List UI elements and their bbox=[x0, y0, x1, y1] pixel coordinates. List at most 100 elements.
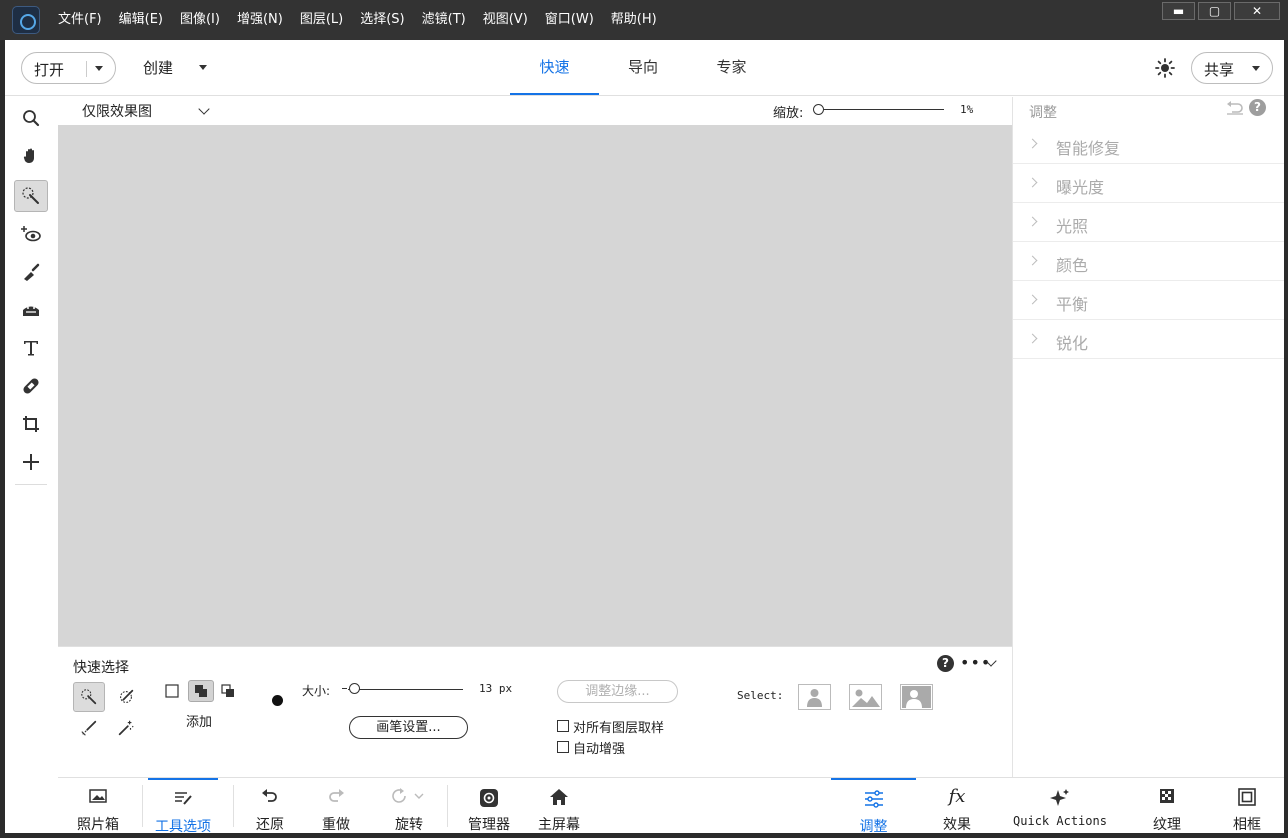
text-tool[interactable] bbox=[14, 332, 48, 364]
new-selection-mode[interactable] bbox=[159, 680, 185, 702]
adjust-item-label: 光照 bbox=[1056, 217, 1089, 236]
add-selection-mode[interactable] bbox=[188, 680, 214, 702]
image-canvas[interactable] bbox=[58, 125, 1012, 646]
photo-bin-button[interactable]: 照片箱 bbox=[58, 778, 138, 834]
tool-options-button[interactable]: 工具选项 bbox=[148, 778, 218, 835]
refine-selection-brush-option[interactable] bbox=[73, 713, 105, 743]
tab-expert[interactable]: 专家 bbox=[687, 40, 776, 95]
zoom-tool[interactable] bbox=[14, 102, 48, 134]
red-eye-tool[interactable] bbox=[14, 218, 48, 250]
frames-label: 相框 bbox=[1233, 817, 1261, 833]
reset-icon[interactable] bbox=[1226, 100, 1244, 116]
zoom-slider-track[interactable] bbox=[821, 109, 944, 110]
brush-settings-button[interactable]: 画笔设置... bbox=[349, 716, 468, 739]
refine-edge-button[interactable]: 调整边缘... bbox=[557, 680, 678, 703]
menu-enhance[interactable]: 增强(N) bbox=[237, 0, 283, 40]
whiten-teeth-icon bbox=[24, 263, 40, 281]
zoom-icon bbox=[23, 110, 40, 127]
rotate-button[interactable]: 旋转 bbox=[376, 778, 442, 834]
menu-edit[interactable]: 编辑(E) bbox=[119, 0, 163, 40]
hand-icon bbox=[23, 148, 34, 163]
size-slider-minus bbox=[342, 688, 347, 689]
straighten-tool[interactable] bbox=[14, 294, 48, 326]
menu-bar: 文件(F) 编辑(E) 图像(I) 增强(N) 图层(L) 选择(S) 滤镜(T… bbox=[58, 0, 674, 40]
adjust-lighting[interactable]: 光照 bbox=[1013, 203, 1284, 242]
spot-healing-tool[interactable] bbox=[14, 370, 48, 402]
brightness-sun-icon[interactable] bbox=[1155, 58, 1175, 78]
close-button[interactable]: ✕ bbox=[1234, 2, 1280, 20]
sample-all-layers-checkbox[interactable] bbox=[557, 720, 569, 732]
menu-view[interactable]: 视图(V) bbox=[483, 0, 528, 40]
quick-actions-button[interactable]: Quick Actions bbox=[1006, 778, 1114, 834]
selection-brush-option[interactable] bbox=[110, 682, 142, 712]
share-button[interactable]: 共享 bbox=[1191, 52, 1273, 84]
textures-button[interactable]: 纹理 bbox=[1132, 778, 1202, 834]
quick-selection-icon bbox=[81, 689, 97, 705]
create-dropdown-icon[interactable] bbox=[199, 65, 207, 70]
menu-image[interactable]: 图像(I) bbox=[180, 0, 220, 40]
menu-window[interactable]: 窗口(W) bbox=[545, 0, 594, 40]
create-button[interactable]: 创建 bbox=[143, 57, 173, 78]
crop-tool[interactable] bbox=[14, 408, 48, 440]
undo-button[interactable]: 还原 bbox=[240, 778, 300, 834]
tool-options-icon bbox=[175, 792, 192, 805]
select-subject-button[interactable] bbox=[798, 684, 831, 710]
select-sky-button[interactable] bbox=[849, 684, 882, 710]
quick-selection-option[interactable] bbox=[73, 682, 105, 712]
tab-guided[interactable]: 导向 bbox=[599, 40, 687, 95]
menu-help[interactable]: 帮助(H) bbox=[611, 0, 657, 40]
move-tool[interactable] bbox=[14, 446, 48, 478]
view-mode-select[interactable]: 仅限效果图 bbox=[82, 101, 152, 121]
photo-bin-label: 照片箱 bbox=[77, 817, 119, 833]
chevron-right-icon bbox=[1027, 216, 1038, 227]
sparkle-icon bbox=[1050, 789, 1069, 806]
adjust-smart-fix[interactable]: 智能修复 bbox=[1013, 125, 1284, 164]
redo-button[interactable]: 重做 bbox=[306, 778, 366, 834]
straighten-icon bbox=[23, 306, 39, 316]
auto-enhance-checkbox[interactable] bbox=[557, 741, 569, 753]
menu-select[interactable]: 选择(S) bbox=[360, 0, 404, 40]
size-slider-thumb[interactable] bbox=[349, 683, 360, 694]
sample-all-layers-label: 对所有图层取样 bbox=[573, 720, 665, 736]
quick-selection-tool[interactable] bbox=[14, 180, 48, 212]
help-icon[interactable]: ? bbox=[937, 655, 954, 672]
adjustments-sliders-icon bbox=[864, 790, 883, 808]
magic-wand-option[interactable] bbox=[110, 713, 142, 743]
left-toolbar bbox=[5, 97, 57, 777]
effects-button[interactable]: fx 效果 bbox=[922, 778, 992, 834]
menu-layer[interactable]: 图层(L) bbox=[300, 0, 343, 40]
home-screen-button[interactable]: 主屏幕 bbox=[524, 778, 594, 834]
adjust-sharpen[interactable]: 锐化 bbox=[1013, 320, 1284, 359]
hand-tool[interactable] bbox=[14, 140, 48, 172]
select-background-button[interactable] bbox=[900, 684, 933, 710]
window-controls: ▬ ▢ ✕ bbox=[1159, 2, 1280, 20]
adjustments-button[interactable]: 调整 bbox=[831, 778, 916, 835]
chevron-down-icon[interactable] bbox=[198, 103, 210, 115]
minimize-button[interactable]: ▬ bbox=[1162, 2, 1195, 20]
help-icon[interactable]: ? bbox=[1249, 99, 1266, 116]
zoom-slider-thumb[interactable] bbox=[813, 104, 824, 115]
app-logo-icon bbox=[12, 6, 40, 34]
open-dropdown-icon[interactable] bbox=[95, 66, 103, 71]
menu-file[interactable]: 文件(F) bbox=[58, 0, 102, 40]
menu-filter[interactable]: 滤镜(T) bbox=[422, 0, 466, 40]
effects-label: 效果 bbox=[943, 817, 971, 833]
frames-button[interactable]: 相框 bbox=[1212, 778, 1282, 834]
size-slider-track[interactable] bbox=[348, 689, 463, 690]
rotate-icon bbox=[392, 788, 424, 803]
adjust-exposure[interactable]: 曝光度 bbox=[1013, 164, 1284, 203]
chevron-right-icon bbox=[1027, 177, 1038, 188]
subtract-selection-mode[interactable] bbox=[215, 680, 241, 702]
tab-quick[interactable]: 快速 bbox=[510, 40, 599, 95]
adjustments-label: 调整 bbox=[859, 819, 888, 835]
organizer-button[interactable]: 管理器 bbox=[454, 778, 524, 834]
organizer-icon bbox=[480, 789, 498, 807]
auto-enhance-row: 自动增强 bbox=[557, 738, 625, 757]
whiten-teeth-tool[interactable] bbox=[14, 256, 48, 288]
background-icon bbox=[902, 686, 931, 708]
open-button[interactable]: 打开 bbox=[21, 52, 116, 84]
tool-options-panel: 快速选择 ? ••• 添加 大小: 13 px 画笔设置... 调整边缘... … bbox=[58, 646, 1012, 777]
adjust-balance[interactable]: 平衡 bbox=[1013, 281, 1284, 320]
adjust-color[interactable]: 颜色 bbox=[1013, 242, 1284, 281]
maximize-button[interactable]: ▢ bbox=[1198, 2, 1231, 20]
